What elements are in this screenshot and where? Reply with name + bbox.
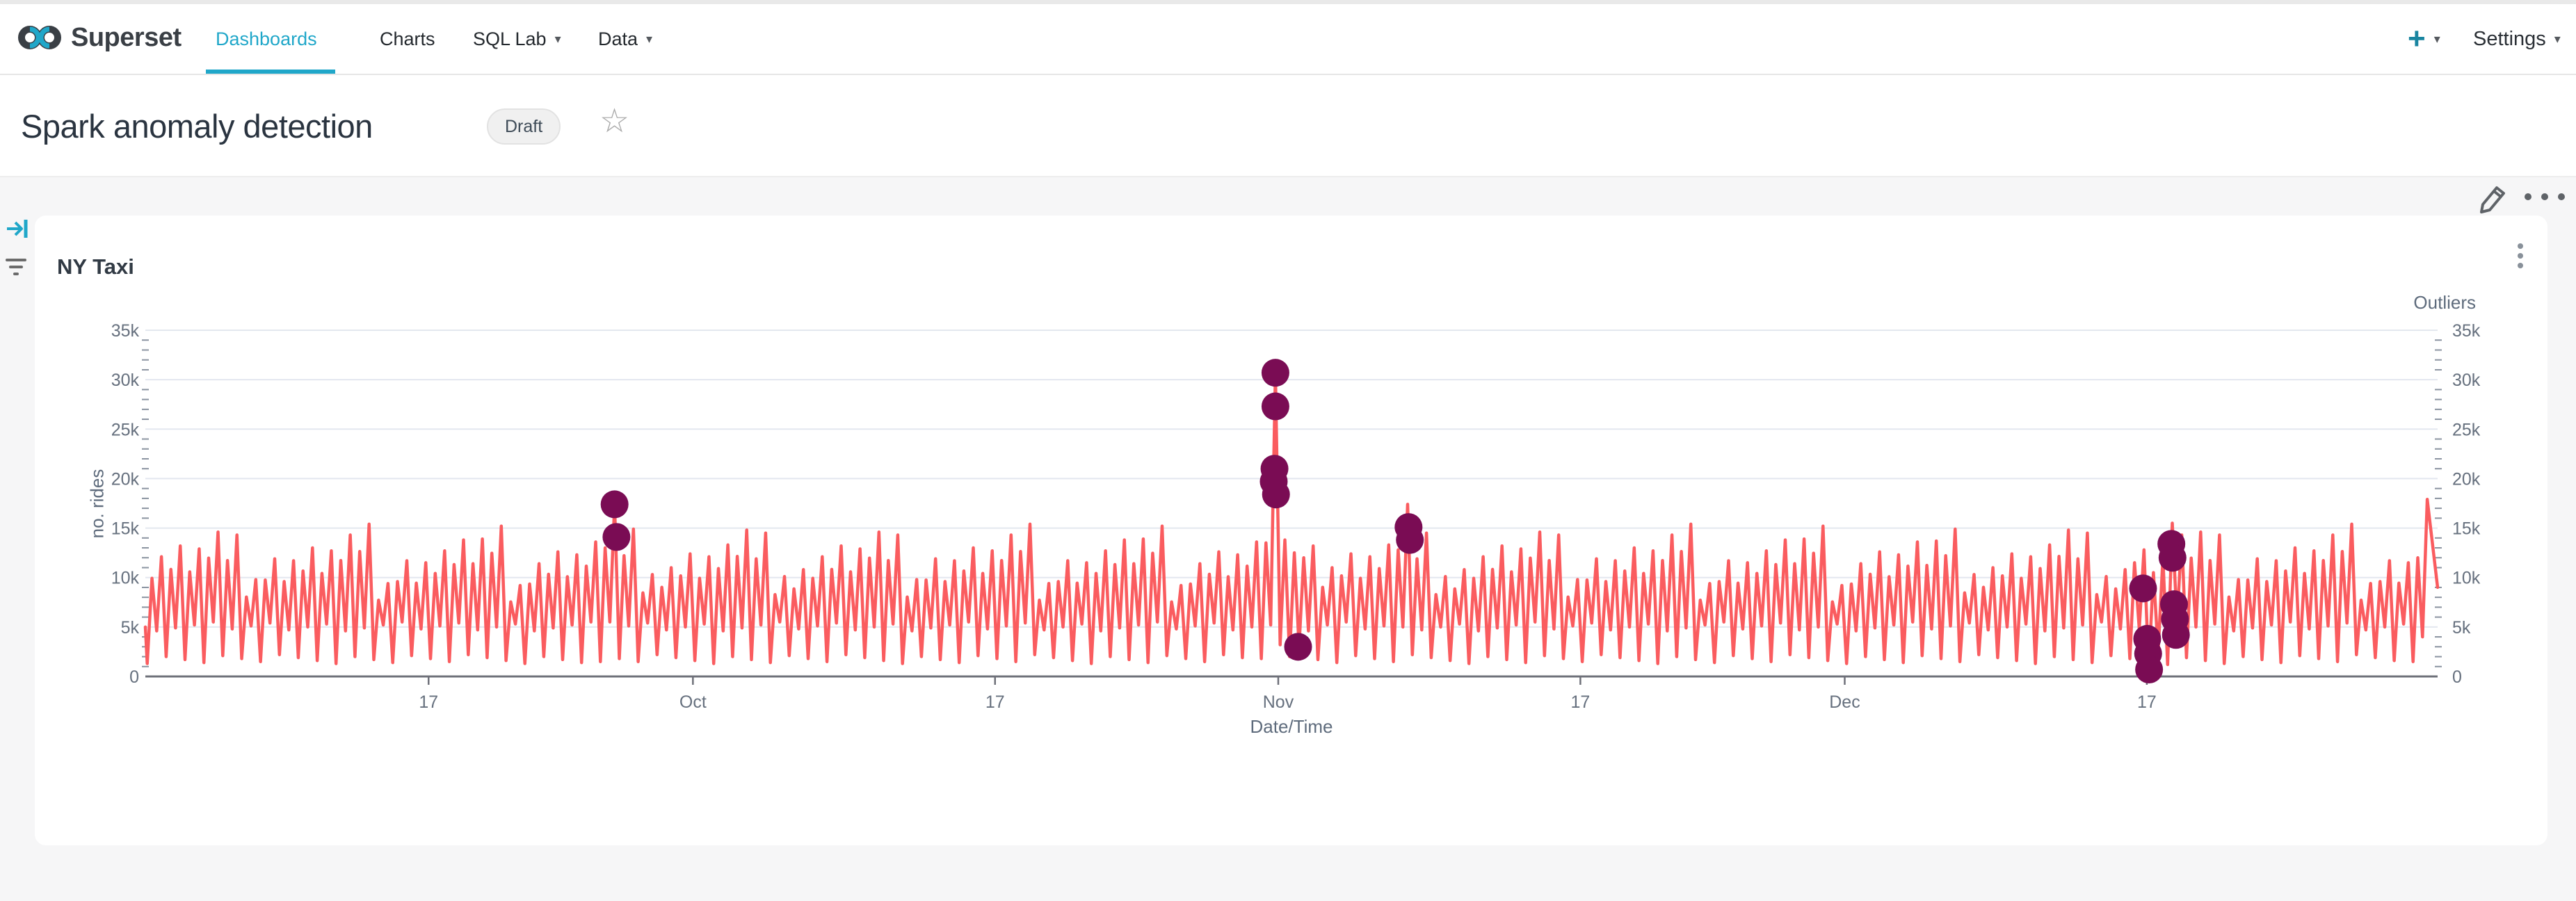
caret-down-icon: ▾ xyxy=(2554,32,2561,47)
y-axis-tick-label-left: 5k xyxy=(121,618,140,638)
y-axis-title-right: Outliers xyxy=(2337,292,2476,314)
y-axis-tick-label-right: 0 xyxy=(2452,667,2462,687)
new-item-button[interactable]: + ▾ xyxy=(2408,4,2440,74)
rides-line-series[interactable] xyxy=(145,373,2438,669)
y-axis-tick-label-right: 15k xyxy=(2452,519,2481,539)
chart-options-kebab-button[interactable] xyxy=(2511,236,2530,275)
y-axis-tick-label-left: 30k xyxy=(111,371,140,390)
y-axis-tick-label-right: 30k xyxy=(2452,371,2481,390)
favorite-star-icon[interactable]: ☆ xyxy=(599,102,629,140)
arrow-to-bar-icon xyxy=(6,217,29,241)
dashboard-header: Spark anomaly detection Draft ☆ xyxy=(0,75,2576,177)
ellipsis-dot xyxy=(2541,193,2548,200)
y-axis-title-left: no. rides xyxy=(87,428,108,581)
pencil-icon xyxy=(2473,178,2512,220)
settings-menu[interactable]: Settings ▾ xyxy=(2473,4,2561,74)
y-axis-tick-label-right: 5k xyxy=(2452,618,2471,638)
filter-icon[interactable] xyxy=(6,254,29,279)
ellipsis-dot xyxy=(2558,193,2565,200)
y-axis-tick-label-left: 0 xyxy=(129,667,139,687)
nav-item-label: Charts xyxy=(380,29,435,50)
superset-page: Superset Dashboards Charts SQL Lab ▾ Dat… xyxy=(0,0,2576,901)
outlier-point[interactable] xyxy=(1262,393,1289,421)
outlier-point[interactable] xyxy=(602,523,630,551)
y-axis-tick-label-left: 25k xyxy=(111,420,140,439)
chart-title: NY Taxi xyxy=(57,254,134,279)
superset-logo[interactable]: Superset xyxy=(18,19,182,56)
ellipsis-dot xyxy=(2525,193,2531,200)
nav-item-label: Data xyxy=(598,29,638,50)
x-axis-tick-label: Dec xyxy=(1829,692,1860,712)
dashboard-title: Spark anomaly detection xyxy=(21,75,373,177)
nav-item-dashboards[interactable]: Dashboards xyxy=(216,4,317,74)
nav-item-data[interactable]: Data ▾ xyxy=(598,4,652,74)
filter-bar xyxy=(6,259,26,261)
outlier-point[interactable] xyxy=(1262,480,1290,508)
caret-down-icon: ▾ xyxy=(2434,32,2440,47)
outlier-point[interactable] xyxy=(1262,359,1289,387)
more-options-button[interactable] xyxy=(2525,193,2565,200)
y-axis-tick-label-left: 10k xyxy=(111,569,140,588)
y-axis-tick-label-right: 10k xyxy=(2452,569,2481,588)
nav-item-charts[interactable]: Charts xyxy=(380,4,435,74)
outlier-point[interactable] xyxy=(1285,633,1312,660)
x-axis-tick-label: 17 xyxy=(2137,692,2157,712)
y-axis-tick-label-left: 15k xyxy=(111,519,140,539)
y-axis-tick-label-left: 20k xyxy=(111,469,140,489)
kebab-dot xyxy=(2518,253,2523,259)
nav-item-sql-lab[interactable]: SQL Lab ▾ xyxy=(473,4,561,74)
outlier-point[interactable] xyxy=(601,490,629,518)
x-axis-tick-label: Nov xyxy=(1263,692,1294,712)
settings-label: Settings xyxy=(2473,28,2546,51)
nav-item-label: Dashboards xyxy=(216,29,317,50)
plus-icon: + xyxy=(2408,24,2426,54)
x-axis-tick-label: 17 xyxy=(985,692,1005,712)
outlier-point[interactable] xyxy=(2162,621,2190,649)
filter-bar xyxy=(9,266,23,268)
outlier-point[interactable] xyxy=(1261,455,1289,482)
x-axis-tick-label: 17 xyxy=(1570,692,1590,712)
y-axis-tick-label-right: 25k xyxy=(2452,420,2481,439)
outlier-point[interactable] xyxy=(2129,574,2157,602)
y-axis-tick-label-right: 35k xyxy=(2452,321,2481,341)
timeseries-chart-plot[interactable]: 0 0 5k 5k 10k 10k 15k 15k 20k 20k 25k 25k 30k 30k 35k 3… xyxy=(35,216,2547,845)
outlier-point[interactable] xyxy=(1396,526,1424,554)
caret-down-icon: ▾ xyxy=(646,32,652,47)
caret-down-icon: ▾ xyxy=(555,32,561,47)
nav-item-label: SQL Lab xyxy=(473,29,547,50)
active-tab-underline xyxy=(206,70,335,74)
expand-filter-panel-button[interactable] xyxy=(6,217,29,244)
y-axis-tick-label-left: 35k xyxy=(111,321,140,341)
outlier-point[interactable] xyxy=(2135,656,2163,683)
draft-status-badge: Draft xyxy=(487,108,561,145)
kebab-dot xyxy=(2518,243,2523,249)
y-axis-tick-label-right: 20k xyxy=(2452,469,2481,489)
x-axis-tick-label: Oct xyxy=(679,692,707,712)
navbar: Superset Dashboards Charts SQL Lab ▾ Dat… xyxy=(0,4,2576,75)
chart-card-ny-taxi: 0 0 5k 5k 10k 10k 15k 15k 20k 20k 25k 25k 30k 30k 35k 3… xyxy=(35,216,2547,845)
x-axis-title: Date/Time xyxy=(1152,716,1431,738)
kebab-dot xyxy=(2518,263,2523,268)
outlier-point[interactable] xyxy=(2159,544,2187,571)
filter-bar xyxy=(13,273,19,275)
x-axis-tick-label: 17 xyxy=(419,692,438,712)
infinity-logo-icon xyxy=(18,19,61,56)
brand-name: Superset xyxy=(71,23,182,53)
